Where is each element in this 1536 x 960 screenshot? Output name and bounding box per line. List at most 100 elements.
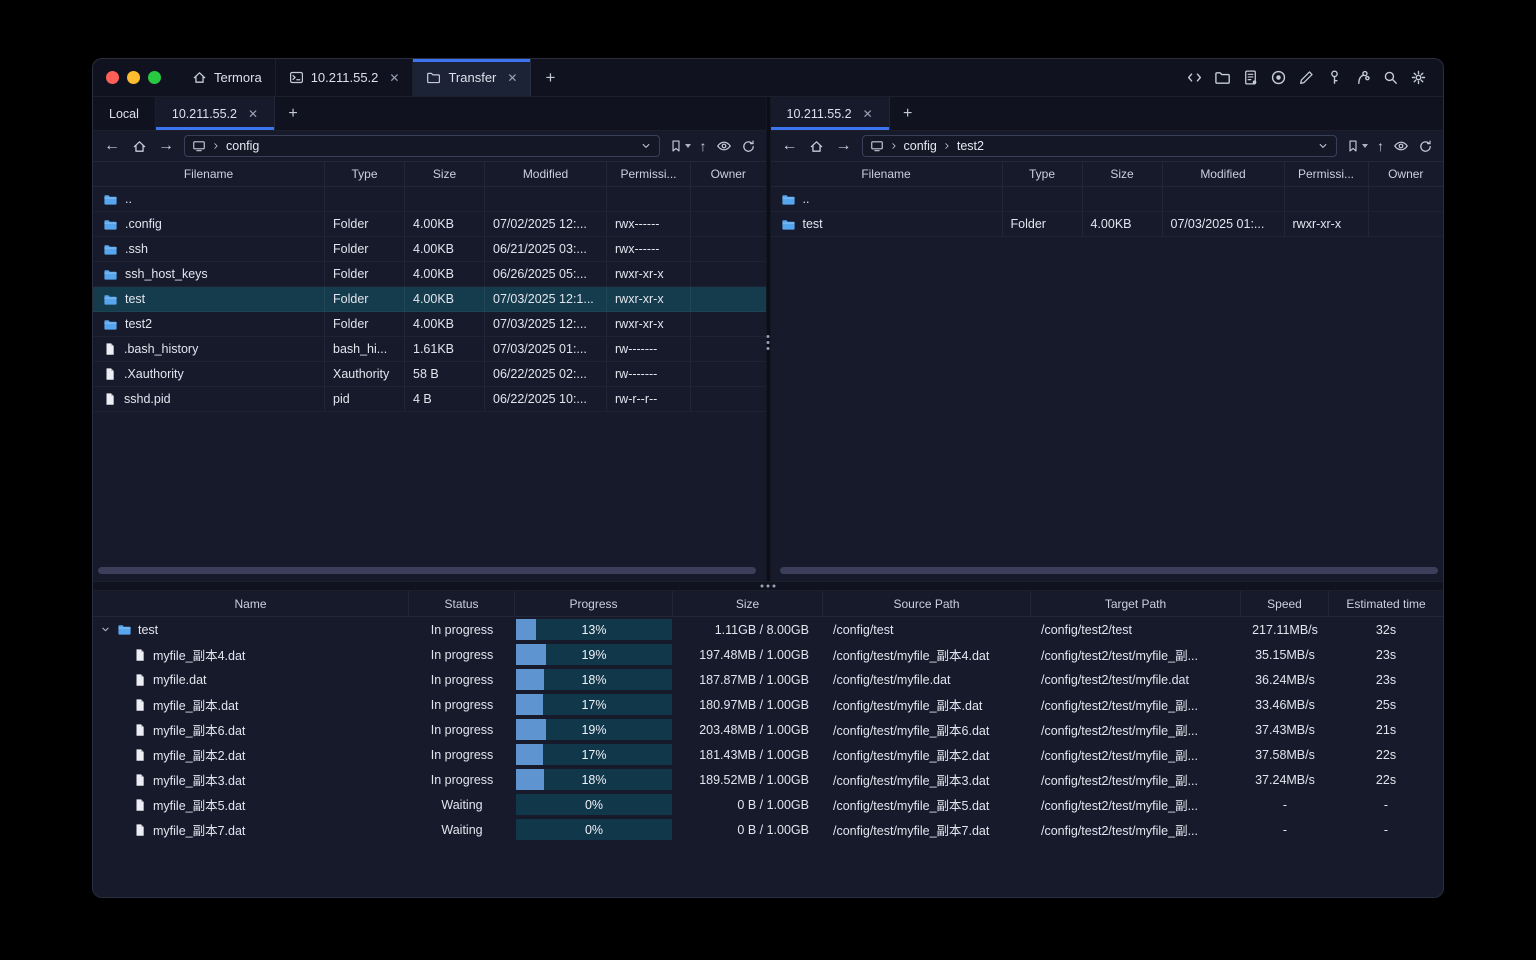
show-hidden-button[interactable] — [716, 138, 732, 154]
file-size: 4.00KB — [1083, 212, 1163, 236]
transfer-splitter[interactable] — [93, 581, 1443, 591]
path-segment[interactable]: config — [211, 139, 259, 153]
titlebar-tab[interactable]: 10.211.55.2 ✕ — [276, 59, 414, 96]
home-button[interactable] — [808, 139, 826, 154]
folder-icon — [103, 192, 118, 207]
column-header[interactable]: Source Path — [823, 591, 1031, 616]
collapse-chevron-icon[interactable] — [99, 624, 111, 635]
column-header[interactable]: Type — [1003, 162, 1083, 186]
transfer-size: 197.48MB / 1.00GB — [699, 647, 809, 662]
refresh-button[interactable] — [741, 139, 756, 154]
file-type: Folder — [325, 237, 405, 261]
transfer-row[interactable]: myfile_副本6.dat In progress 19% 203.48MB … — [93, 717, 1443, 742]
file-row[interactable]: .Xauthority Xauthority 58 B 06/22/2025 0… — [93, 362, 766, 387]
column-header[interactable]: Target Path — [1031, 591, 1241, 616]
file-row[interactable]: .. — [93, 187, 766, 212]
column-header[interactable]: Permissi... — [607, 162, 691, 186]
file-row[interactable]: test Folder 4.00KB 07/03/2025 12:1... rw… — [93, 287, 766, 312]
transfer-eta: 23s — [1375, 672, 1397, 687]
panel-tab[interactable]: 10.211.55.2 ✕ — [770, 97, 890, 130]
transfer-row[interactable]: myfile_副本5.dat Waiting 0% 0 B / 1.00GB /… — [93, 792, 1443, 817]
filename: test2 — [125, 317, 153, 331]
column-header[interactable]: Owner — [691, 162, 766, 186]
progress-label: 18% — [581, 672, 607, 687]
home-button[interactable] — [130, 139, 148, 154]
column-header[interactable]: Modified — [1163, 162, 1285, 186]
column-header[interactable]: Size — [405, 162, 485, 186]
upload-button[interactable]: ↑ — [1377, 138, 1384, 154]
horizontal-scrollbar[interactable] — [779, 567, 1438, 574]
transfer-status: In progress — [430, 672, 494, 687]
forward-button[interactable]: → — [157, 137, 175, 155]
new-panel-tab-button[interactable]: + — [890, 97, 926, 130]
bookmark-dropdown-icon[interactable] — [1362, 144, 1368, 148]
forward-button[interactable]: → — [835, 137, 853, 155]
edit-icon — [1298, 69, 1315, 86]
chevron-down-icon[interactable] — [1317, 140, 1329, 152]
upload-button[interactable]: ↑ — [700, 138, 707, 154]
file-permissions: rw------- — [607, 337, 691, 361]
transfer-row[interactable]: myfile_副本.dat In progress 17% 180.97MB /… — [93, 692, 1443, 717]
file-row[interactable]: .config Folder 4.00KB 07/02/2025 12:... … — [93, 212, 766, 237]
transfer-row[interactable]: myfile_副本4.dat In progress 19% 197.48MB … — [93, 642, 1443, 667]
file-row[interactable]: sshd.pid pid 4 B 06/22/2025 10:... rw-r-… — [93, 387, 766, 412]
transfer-row[interactable]: myfile_副本3.dat In progress 18% 189.52MB … — [93, 767, 1443, 792]
titlebar-tab[interactable]: Termora — [179, 59, 276, 96]
file-row[interactable]: .ssh Folder 4.00KB 06/21/2025 03:... rwx… — [93, 237, 766, 262]
transfer-speed: 37.43MB/s — [1255, 722, 1315, 737]
transfer-size: 0 B / 1.00GB — [737, 822, 809, 837]
transfer-row[interactable]: test In progress 13% 1.11GB / 8.00GB /co… — [93, 617, 1443, 642]
close-window-button[interactable] — [106, 71, 119, 84]
show-hidden-button[interactable] — [1393, 138, 1409, 154]
path-input[interactable]: config test2 — [861, 135, 1337, 157]
bookmark-button[interactable] — [1346, 139, 1368, 153]
search-icon — [1382, 69, 1399, 86]
file-row[interactable]: .. — [770, 187, 1443, 212]
bookmark-button[interactable] — [669, 139, 691, 153]
transfer-row[interactable]: myfile.dat In progress 18% 187.87MB / 1.… — [93, 667, 1443, 692]
close-tab-icon[interactable]: ✕ — [863, 108, 873, 120]
titlebar-tab[interactable]: Transfer ✕ — [413, 59, 532, 96]
column-header[interactable]: Name — [93, 591, 409, 616]
column-header[interactable]: Status — [409, 591, 515, 616]
file-row[interactable]: .bash_history bash_hi... 1.61KB 07/03/20… — [93, 337, 766, 362]
bookmark-dropdown-icon[interactable] — [684, 144, 691, 148]
transfer-row[interactable]: myfile_副本7.dat Waiting 0% 0 B / 1.00GB /… — [93, 817, 1443, 842]
back-button[interactable]: ← — [781, 137, 799, 155]
file-icon — [103, 342, 117, 356]
column-header[interactable]: Owner — [1369, 162, 1444, 186]
file-row[interactable]: ssh_host_keys Folder 4.00KB 06/26/2025 0… — [93, 262, 766, 287]
zoom-window-button[interactable] — [148, 71, 161, 84]
path-segment[interactable]: config — [889, 139, 937, 153]
column-header[interactable]: Permissi... — [1285, 162, 1369, 186]
transfer-row[interactable]: myfile_副本2.dat In progress 17% 181.43MB … — [93, 742, 1443, 767]
path-input[interactable]: config — [184, 135, 660, 157]
column-header[interactable]: Estimated time — [1329, 591, 1443, 616]
minimize-window-button[interactable] — [127, 71, 140, 84]
column-header[interactable]: Filename — [93, 162, 325, 186]
column-header[interactable]: Progress — [515, 591, 673, 616]
column-header[interactable]: Type — [325, 162, 405, 186]
chevron-down-icon[interactable] — [640, 140, 652, 152]
folder-icon — [103, 317, 118, 332]
column-header[interactable]: Size — [673, 591, 823, 616]
file-modified: 06/22/2025 10:... — [485, 387, 607, 411]
column-header[interactable]: Filename — [771, 162, 1003, 186]
close-tab-icon[interactable]: ✕ — [389, 72, 399, 84]
refresh-button[interactable] — [1418, 139, 1433, 154]
column-header[interactable]: Modified — [485, 162, 607, 186]
column-header[interactable]: Speed — [1241, 591, 1329, 616]
file-row[interactable]: test Folder 4.00KB 07/03/2025 01:... rwx… — [770, 212, 1443, 237]
column-header[interactable]: Size — [1083, 162, 1163, 186]
new-tab-button[interactable]: + — [531, 59, 569, 96]
close-tab-icon[interactable]: ✕ — [248, 108, 258, 120]
close-tab-icon[interactable]: ✕ — [507, 72, 517, 84]
file-row[interactable]: test2 Folder 4.00KB 07/03/2025 12:... rw… — [93, 312, 766, 337]
path-segment[interactable]: test2 — [942, 139, 984, 153]
horizontal-scrollbar[interactable] — [98, 567, 756, 574]
back-button[interactable]: ← — [103, 137, 121, 155]
panel-tab[interactable]: Local — [93, 97, 156, 130]
new-panel-tab-button[interactable]: + — [275, 97, 311, 130]
panel-tab[interactable]: 10.211.55.2 ✕ — [155, 97, 276, 130]
transfer-source-path: /config/test/myfile_副本4.dat — [833, 649, 990, 663]
